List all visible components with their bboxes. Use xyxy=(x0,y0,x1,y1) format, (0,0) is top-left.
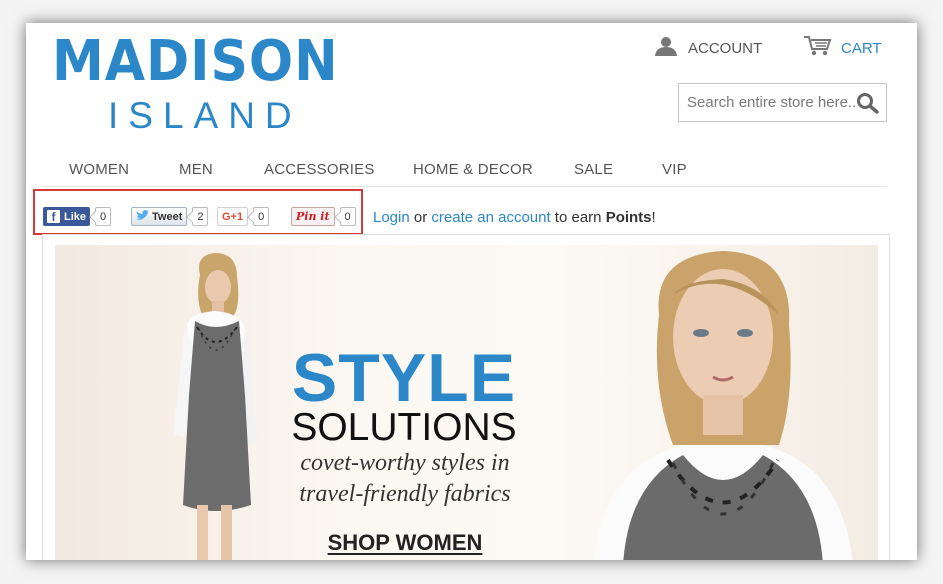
banner-model-right xyxy=(593,251,853,560)
browser-page: MADISON ISLAND ACCOUNT CART Search entir… xyxy=(26,23,917,560)
tweet-label: Tweet xyxy=(152,210,183,223)
nav-item-home-decor[interactable]: HOME & DECOR xyxy=(413,161,533,178)
facebook-like-button[interactable]: f Like 0 xyxy=(43,206,112,227)
cart-label: CART xyxy=(841,39,882,57)
cart-link[interactable]: CART xyxy=(803,35,882,62)
hero-banner[interactable]: STYLE SOLUTIONS covet-worthy styles in t… xyxy=(55,245,878,560)
google-plus-icon: G+1 xyxy=(217,207,249,226)
banner-tagline-1: covet-worthy styles in xyxy=(300,450,510,476)
nav-item-men[interactable]: MEN xyxy=(179,161,213,178)
points-word: Points xyxy=(605,209,652,226)
facebook-icon: f xyxy=(47,210,60,224)
nav-item-sale[interactable]: SALE xyxy=(574,161,613,178)
login-link[interactable]: Login xyxy=(373,209,410,226)
store-logo[interactable]: MADISON ISLAND xyxy=(52,29,342,139)
nav-item-vip[interactable]: VIP xyxy=(662,161,687,178)
pinterest-icon: Pin it xyxy=(291,207,335,226)
search-input[interactable] xyxy=(679,84,857,121)
account-label: ACCOUNT xyxy=(688,39,763,57)
pinterest-pin-button[interactable]: Pin it 0 xyxy=(291,206,356,227)
pinterest-count: 0 xyxy=(339,207,356,226)
google-plus-count: 0 xyxy=(253,207,270,226)
tweet-button[interactable]: Tweet 2 xyxy=(131,206,209,227)
points-message: Login or create an account to earn Point… xyxy=(373,209,656,226)
nav-item-accessories[interactable]: ACCESSORIES xyxy=(264,161,375,178)
google-plus-button[interactable]: G+1 0 xyxy=(217,206,270,227)
logo-line-2: ISLAND xyxy=(108,95,302,136)
create-account-link[interactable]: create an account xyxy=(431,209,550,226)
tweet-count: 2 xyxy=(192,207,209,226)
user-icon xyxy=(654,36,678,61)
banner-tagline-2: travel-friendly fabrics xyxy=(299,481,511,507)
banner-subtitle: SOLUTIONS xyxy=(291,406,517,449)
facebook-like-label: Like xyxy=(64,210,87,223)
search-icon[interactable] xyxy=(856,92,880,114)
search-box xyxy=(678,83,887,122)
banner-model-left xyxy=(173,253,257,560)
facebook-like-count: 0 xyxy=(95,207,112,226)
cart-icon xyxy=(803,35,833,62)
twitter-bird-icon xyxy=(136,209,149,224)
nav-item-women[interactable]: WOMEN xyxy=(69,161,129,178)
account-link[interactable]: ACCOUNT xyxy=(654,36,763,61)
logo-line-1: MADISON xyxy=(52,29,339,94)
main-nav: WOMEN MEN ACCESSORIES HOME & DECOR SALE … xyxy=(42,156,887,187)
shop-women-link[interactable]: SHOP WOMEN xyxy=(303,530,507,556)
